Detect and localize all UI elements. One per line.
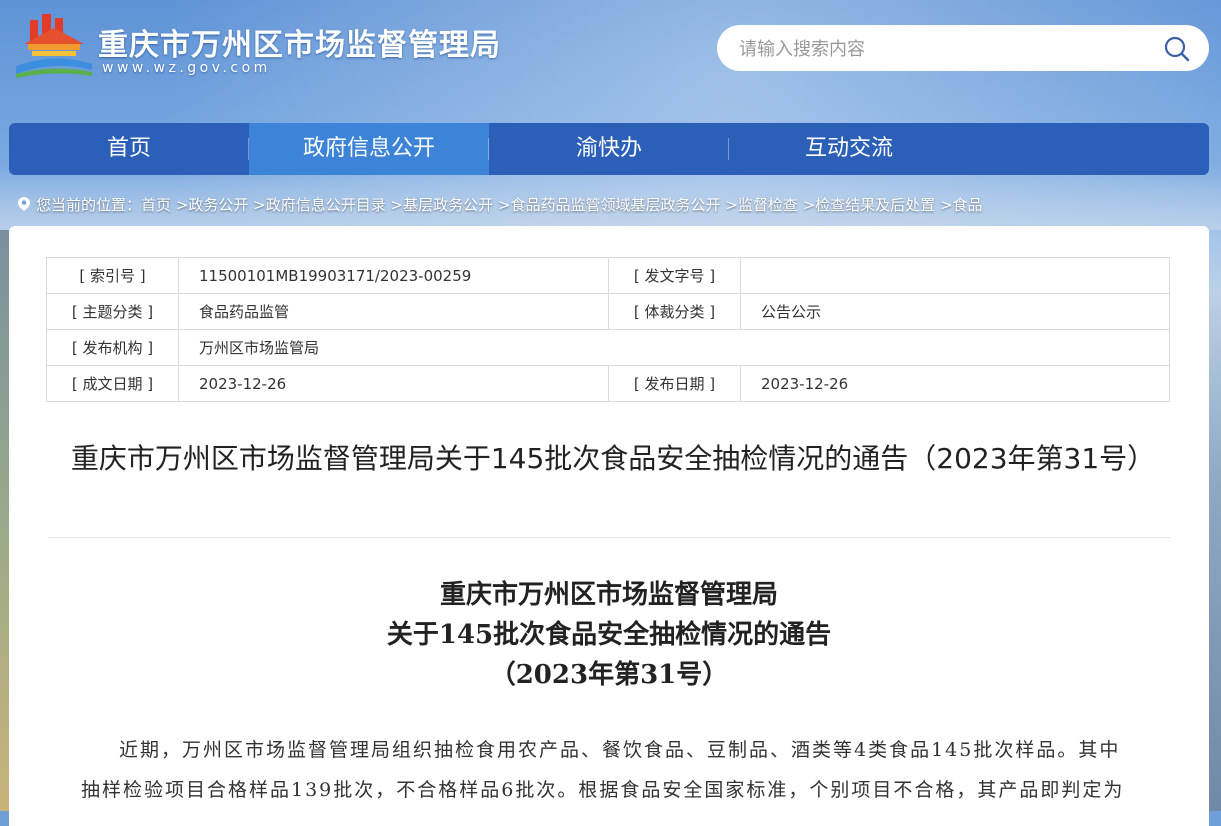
topic-label: [ 主题分类 ] [46, 293, 179, 330]
article-body: 近期，万州区市场监督管理局组织抽检食用农产品、餐饮食品、豆制品、酒类等4类食品1… [81, 739, 1125, 801]
nav-item-yukuaiban[interactable]: 渝快办 [489, 123, 729, 175]
government-emblem-logo[interactable] [14, 14, 94, 78]
table-row: [ 成文日期 ] 2023-12-26 [ 发布日期 ] 2023-12-26 [46, 365, 1170, 402]
breadcrumb-inspection[interactable]: >监督检查 [725, 196, 798, 214]
publish-date-value: 2023-12-26 [740, 365, 1170, 402]
article-subtitle-topic: 关于145批次食品安全抽检情况的通告 [386, 620, 832, 650]
nav-item-home[interactable]: 首页 [9, 123, 249, 175]
site-url: www.wz.gov.com [102, 60, 271, 76]
index-value: 11500101MB19903171/2023-00259 [178, 257, 609, 294]
breadcrumb-info-catalog[interactable]: >政府信息公开目录 [253, 196, 386, 214]
created-date-label: [ 成文日期 ] [46, 365, 179, 402]
location-pin-icon [18, 197, 30, 211]
article-subtitle-issuer: 重庆市万州区市场监督管理局 [439, 580, 778, 610]
publisher-value: 万州区市场监管局 [178, 329, 1170, 366]
site-title[interactable]: 重庆市万州区市场监督管理局 [98, 20, 501, 64]
article-title: 重庆市万州区市场监督管理局关于145批次食品安全抽检情况的通告（2023年第31… [70, 442, 1156, 475]
search-input[interactable] [737, 35, 1141, 63]
breadcrumb: 您当前的位置：首页 >政务公开 >政府信息公开目录 >基层政务公开 >食品药品监… [18, 194, 983, 214]
topic-value: 食品药品监管 [178, 293, 609, 330]
doc-number-value [740, 257, 1170, 294]
doc-number-label: [ 发文字号 ] [608, 257, 741, 294]
table-row: [ 索引号 ] 11500101MB19903171/2023-00259 [ … [46, 257, 1170, 294]
main-nav: 首页 政府信息公开 渝快办 互动交流 [9, 123, 1209, 175]
divider [48, 537, 1170, 538]
created-date-value: 2023-12-26 [178, 365, 609, 402]
breadcrumb-prefix: 您当前的位置： [36, 196, 142, 214]
index-label: [ 索引号 ] [46, 257, 179, 294]
genre-label: [ 体裁分类 ] [608, 293, 741, 330]
genre-value: 公告公示 [740, 293, 1170, 330]
breadcrumb-gov-affairs[interactable]: >政务公开 [176, 196, 249, 214]
search-box [717, 25, 1209, 71]
breadcrumb-food[interactable]: >食品 [940, 196, 983, 214]
breadcrumb-grassroots[interactable]: >基层政务公开 [391, 196, 494, 214]
table-row: [ 发布机构 ] 万州区市场监管局 [46, 329, 1170, 366]
metadata-table: [ 索引号 ] 11500101MB19903171/2023-00259 [ … [46, 257, 1170, 402]
breadcrumb-results[interactable]: >检查结果及后处置 [803, 196, 936, 214]
content-panel: [ 索引号 ] 11500101MB19903171/2023-00259 [ … [9, 226, 1209, 826]
breadcrumb-home[interactable]: 首页 [141, 196, 171, 214]
site-header: 重庆市万州区市场监督管理局 www.wz.gov.com [0, 0, 1221, 120]
article-subtitle-number: （2023年第31号） [489, 660, 729, 690]
publisher-label: [ 发布机构 ] [46, 329, 179, 366]
publish-date-label: [ 发布日期 ] [608, 365, 741, 402]
search-icon[interactable] [1163, 35, 1191, 63]
breadcrumb-food-drug[interactable]: >食品药品监管领域基层政务公开 [498, 196, 721, 214]
table-row: [ 主题分类 ] 食品药品监管 [ 体裁分类 ] 公告公示 [46, 293, 1170, 330]
nav-item-interaction[interactable]: 互动交流 [729, 123, 969, 175]
nav-item-gov-info-disclosure[interactable]: 政府信息公开 [249, 123, 489, 175]
